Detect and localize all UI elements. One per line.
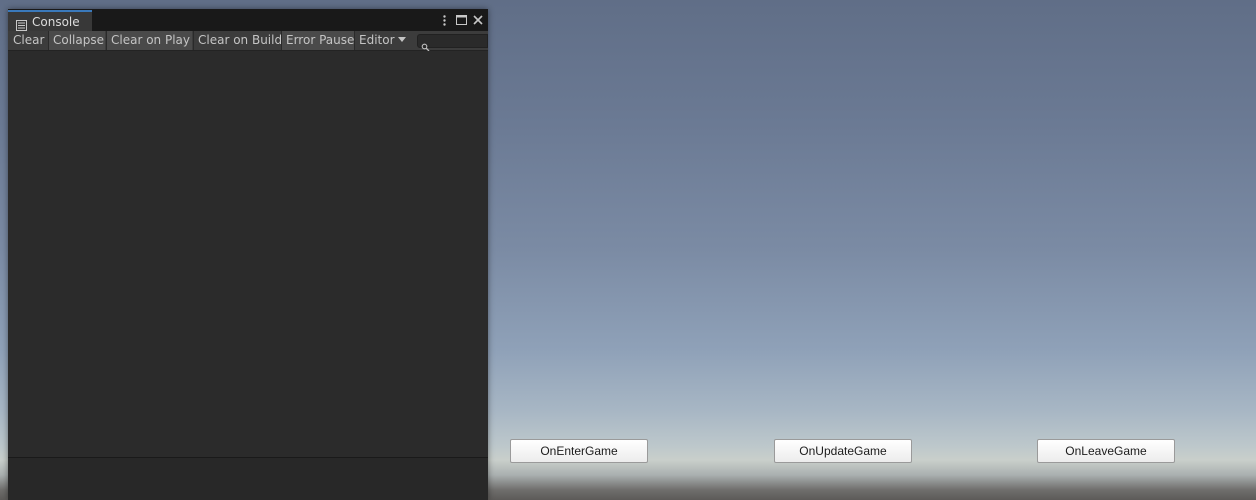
- on-update-game-button[interactable]: OnUpdateGame: [774, 439, 912, 463]
- console-tab[interactable]: Console: [8, 10, 92, 31]
- console-toolbar: Clear Collapse Clear on Play Clear on Bu…: [8, 31, 488, 52]
- console-list-icon: [16, 16, 27, 31]
- clear-on-build-toggle[interactable]: Clear on Build: [193, 31, 282, 50]
- kebab-menu-icon[interactable]: [440, 13, 448, 27]
- console-window: Console Clear Collapse Clear on Play Cle…: [8, 9, 488, 500]
- console-tab-label: Console: [32, 14, 80, 29]
- error-pause-toggle[interactable]: Error Pause: [281, 31, 354, 50]
- close-icon[interactable]: [471, 13, 485, 27]
- editor-dropdown-label: Editor: [359, 33, 395, 47]
- clear-button[interactable]: Clear: [9, 31, 48, 50]
- clear-on-play-toggle[interactable]: Clear on Play: [106, 31, 192, 50]
- maximize-icon[interactable]: [454, 13, 468, 27]
- on-leave-game-button[interactable]: OnLeaveGame: [1037, 439, 1175, 463]
- chevron-down-icon: [397, 37, 406, 42]
- console-tab-bar: Console: [8, 9, 488, 31]
- editor-dropdown[interactable]: Editor: [354, 31, 406, 50]
- search-icon: [421, 37, 430, 52]
- on-enter-game-button[interactable]: OnEnterGame: [510, 439, 648, 463]
- collapse-toggle[interactable]: Collapse: [48, 31, 105, 50]
- console-detail-pane: [8, 458, 488, 500]
- console-log-list[interactable]: [8, 51, 488, 457]
